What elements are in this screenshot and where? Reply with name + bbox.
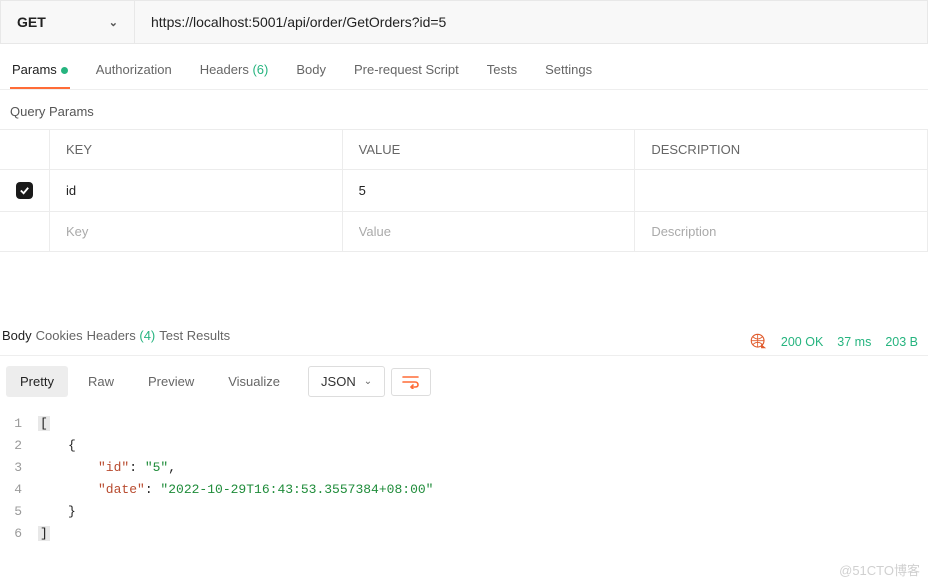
http-method-select[interactable]: GET ⌄: [1, 1, 135, 43]
url-bar: GET ⌄: [0, 0, 928, 44]
col-checkbox: [0, 130, 50, 170]
request-tabs: Params Authorization Headers (6) Body Pr…: [0, 44, 928, 90]
response-body[interactable]: 1[ 2{ 3"id": "5", 4"date": "2022-10-29T1…: [0, 407, 928, 545]
line-number: 3: [0, 457, 38, 479]
dot-indicator-icon: [61, 67, 68, 74]
status-code: 200 OK: [781, 335, 823, 349]
param-desc-input[interactable]: [651, 224, 911, 239]
tab-settings[interactable]: Settings: [543, 62, 594, 89]
param-key-input[interactable]: [66, 183, 326, 198]
param-value-input[interactable]: [359, 183, 619, 198]
param-key-input[interactable]: [66, 224, 326, 239]
tab-params[interactable]: Params: [10, 62, 70, 89]
line-number: 1: [0, 413, 38, 435]
table-row: [0, 212, 928, 252]
col-value: VALUE: [342, 130, 635, 170]
query-params-title: Query Params: [0, 90, 928, 129]
http-method-label: GET: [17, 14, 46, 30]
param-desc-input[interactable]: [651, 183, 911, 198]
param-value-input[interactable]: [359, 224, 619, 239]
view-preview[interactable]: Preview: [134, 366, 208, 397]
chevron-down-icon: ⌄: [109, 16, 118, 29]
wrap-lines-button[interactable]: [391, 368, 431, 396]
wrap-icon: [402, 375, 420, 389]
chevron-down-icon: ⌄: [364, 376, 372, 387]
response-time: 37 ms: [837, 335, 871, 349]
url-input[interactable]: [135, 14, 927, 30]
tab-headers[interactable]: Headers (6): [198, 62, 271, 89]
query-params-table: KEY VALUE DESCRIPTION: [0, 129, 928, 252]
view-raw[interactable]: Raw: [74, 366, 128, 397]
row-checkbox[interactable]: [16, 182, 33, 199]
tab-authorization[interactable]: Authorization: [94, 62, 174, 89]
tab-resp-cookies[interactable]: Cookies: [34, 328, 85, 355]
response-tabs: Body Cookies Headers (4) Test Results 20…: [0, 312, 928, 356]
col-key: KEY: [50, 130, 343, 170]
tab-tests[interactable]: Tests: [485, 62, 519, 89]
view-pretty[interactable]: Pretty: [6, 366, 68, 397]
globe-warning-icon: [750, 333, 767, 350]
line-number: 4: [0, 479, 38, 501]
line-number: 2: [0, 435, 38, 457]
col-desc: DESCRIPTION: [635, 130, 928, 170]
line-number: 5: [0, 501, 38, 523]
line-number: 6: [0, 523, 38, 545]
response-size: 203 B: [885, 335, 918, 349]
tab-resp-headers[interactable]: Headers (4): [85, 328, 158, 355]
watermark: @51CTO博客: [839, 560, 920, 579]
table-row: [0, 170, 928, 212]
response-meta: 200 OK 37 ms 203 B: [750, 333, 918, 350]
response-view-bar: Pretty Raw Preview Visualize JSON ⌄: [0, 356, 928, 407]
tab-resp-tests[interactable]: Test Results: [157, 328, 232, 355]
view-visualize[interactable]: Visualize: [214, 366, 294, 397]
check-icon: [19, 185, 30, 196]
tab-prerequest[interactable]: Pre-request Script: [352, 62, 461, 89]
tab-resp-body[interactable]: Body: [0, 328, 34, 355]
format-select[interactable]: JSON ⌄: [308, 366, 385, 397]
tab-body[interactable]: Body: [294, 62, 328, 89]
